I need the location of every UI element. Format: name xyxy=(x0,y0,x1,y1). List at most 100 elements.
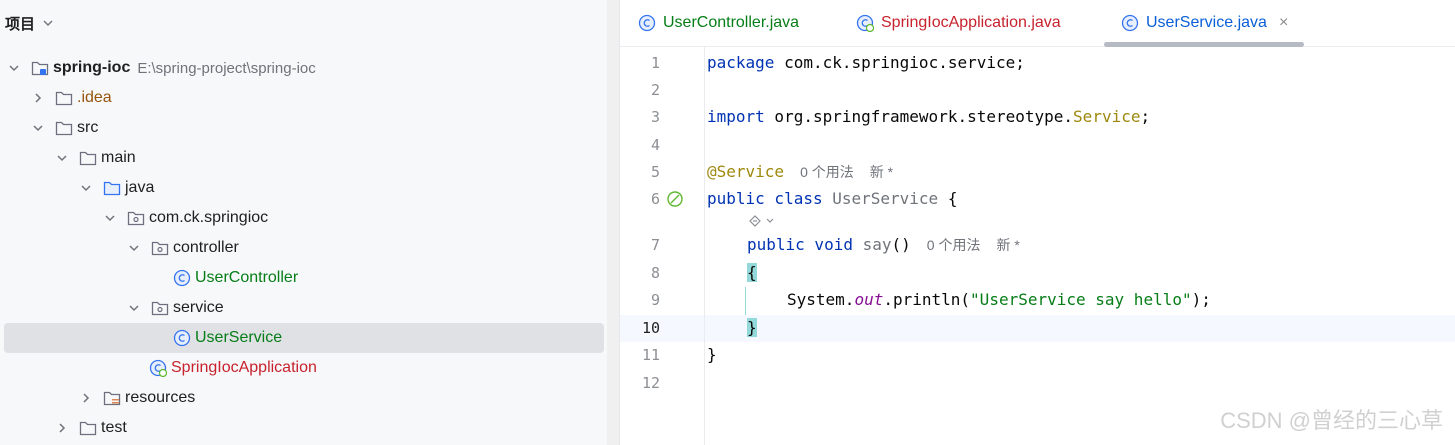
spring-bean-gutter-icon[interactable] xyxy=(666,190,684,208)
chevron-down-icon[interactable] xyxy=(32,122,44,134)
chevron-right-icon[interactable] xyxy=(56,422,68,434)
chevron-down-icon[interactable] xyxy=(8,62,20,74)
code-text: } xyxy=(707,345,717,364)
matched-brace: } xyxy=(747,318,757,337)
chevron-down-icon[interactable] xyxy=(104,212,116,224)
tab-label: UserController.java xyxy=(663,14,800,31)
line-number: 1 xyxy=(650,54,660,72)
code-line-7: public void say() 0 个用法新 * xyxy=(747,235,1020,255)
code-line-8: { xyxy=(747,263,757,283)
source-folder-icon xyxy=(103,179,121,197)
annotation: @Service xyxy=(707,162,785,181)
keyword: package xyxy=(707,53,775,72)
chevron-right-icon[interactable] xyxy=(80,392,92,404)
method-name: say xyxy=(852,235,892,254)
line-number: 4 xyxy=(650,136,660,154)
module-path: E:\spring-project\spring-ioc xyxy=(137,59,316,77)
tree-item-test[interactable]: test xyxy=(0,413,607,443)
project-panel-title: 项目 xyxy=(5,15,36,33)
tree-item-label: java xyxy=(125,179,155,196)
chevron-right-icon[interactable] xyxy=(32,92,44,104)
folder-icon xyxy=(79,419,97,437)
project-panel: 项目 spring-ioc E:\spring-project\spring-i… xyxy=(0,0,607,445)
indent-guide xyxy=(745,287,746,315)
line-number: 8 xyxy=(650,264,660,282)
code-line-11: } xyxy=(707,345,717,365)
ai-inlay-icon[interactable] xyxy=(747,213,777,229)
class-icon xyxy=(173,329,191,347)
code-text: { xyxy=(938,189,958,208)
folder-icon xyxy=(55,89,73,107)
tree-item-label: test xyxy=(101,419,127,436)
module-folder-icon xyxy=(31,59,49,77)
tree-item-usercontroller[interactable]: UserController xyxy=(0,263,607,293)
tree-item-label: .idea xyxy=(77,89,112,106)
static-field: out xyxy=(854,290,884,309)
tree-item-service[interactable]: service xyxy=(0,293,607,323)
code-line-5: @Service 0 个用法新 * xyxy=(707,162,893,182)
tree-item-label: UserService xyxy=(195,329,283,346)
code-line-1: package com.ck.springioc.service; xyxy=(707,53,1025,73)
tree-item-label: spring-ioc xyxy=(53,59,131,76)
tree-item-resources[interactable]: resources xyxy=(0,383,607,413)
tree-item-package-root[interactable]: com.ck.springioc xyxy=(0,203,607,233)
chevron-down-icon[interactable] xyxy=(43,18,53,28)
current-line-highlight xyxy=(620,315,1455,342)
code-line-6: public class UserService { xyxy=(707,189,957,209)
tree-item-main[interactable]: main xyxy=(0,143,607,173)
package-icon xyxy=(127,209,145,227)
line-number: 5 xyxy=(650,163,660,181)
line-number: 2 xyxy=(650,81,660,99)
folder-icon xyxy=(79,149,97,167)
resources-folder-icon xyxy=(103,389,121,407)
keyword: public void xyxy=(747,235,853,254)
line-number: 6 xyxy=(650,190,660,208)
tree-item-spring-ioc[interactable]: spring-ioc E:\spring-project\spring-ioc xyxy=(0,53,607,83)
tree-item-springiocapplication[interactable]: SpringIocApplication xyxy=(0,353,607,383)
usages-hint[interactable]: 0 个用法 xyxy=(927,237,981,253)
chevron-down-icon[interactable] xyxy=(128,242,140,254)
matched-brace: { xyxy=(747,263,757,282)
code-text: System. xyxy=(787,290,855,309)
keyword: public class xyxy=(707,189,823,208)
tree-item-src[interactable]: src xyxy=(0,113,607,143)
line-number: 12 xyxy=(641,374,660,392)
spring-boot-class-icon xyxy=(856,14,874,32)
tree-item-java[interactable]: java xyxy=(0,173,607,203)
tree-item-label: UserController xyxy=(195,269,299,286)
code-text: .println( xyxy=(883,290,971,309)
author-hint[interactable]: 新 * xyxy=(996,237,1019,253)
code-text: com.ck.springioc.service; xyxy=(774,53,1025,72)
tree-item-idea[interactable]: .idea xyxy=(0,83,607,113)
code-text: ; xyxy=(1140,107,1151,126)
tab-springiocapplication[interactable]: SpringIocApplication.java xyxy=(856,0,1061,46)
chevron-down-icon[interactable] xyxy=(56,152,68,164)
tree-item-label: service xyxy=(173,299,224,316)
line-number: 9 xyxy=(650,291,660,309)
close-icon[interactable]: × xyxy=(1279,14,1288,32)
chevron-down-icon[interactable] xyxy=(80,182,92,194)
tab-userservice[interactable]: UserService.java × xyxy=(1121,0,1288,46)
usages-hint[interactable]: 0 个用法 xyxy=(800,164,854,180)
line-number-current: 10 xyxy=(641,319,660,337)
tree-item-userservice[interactable]: UserService xyxy=(4,323,604,353)
tab-usercontroller[interactable]: UserController.java xyxy=(638,0,799,46)
code-line-3: import org.springframework.stereotype.Se… xyxy=(707,107,1150,127)
line-number: 7 xyxy=(650,236,660,254)
package-icon xyxy=(151,299,169,317)
tab-label: SpringIocApplication.java xyxy=(881,14,1061,31)
code-line-10: } xyxy=(747,318,757,338)
tree-item-controller[interactable]: controller xyxy=(0,233,607,263)
tree-item-label: controller xyxy=(173,239,239,256)
chevron-down-icon[interactable] xyxy=(128,302,140,314)
spring-boot-class-icon xyxy=(149,359,167,377)
author-hint[interactable]: 新 * xyxy=(870,164,893,180)
tree-item-label: SpringIocApplication xyxy=(171,359,317,376)
editor-tab-bar: UserController.java SpringIocApplication… xyxy=(620,0,1455,47)
class-icon xyxy=(1121,14,1139,32)
project-header[interactable]: 项目 xyxy=(0,0,607,46)
string-literal: "UserService say hello" xyxy=(970,290,1192,309)
imported-class: Service xyxy=(1073,107,1141,126)
keyword: import xyxy=(707,107,765,126)
tree-item-label: main xyxy=(101,149,136,166)
